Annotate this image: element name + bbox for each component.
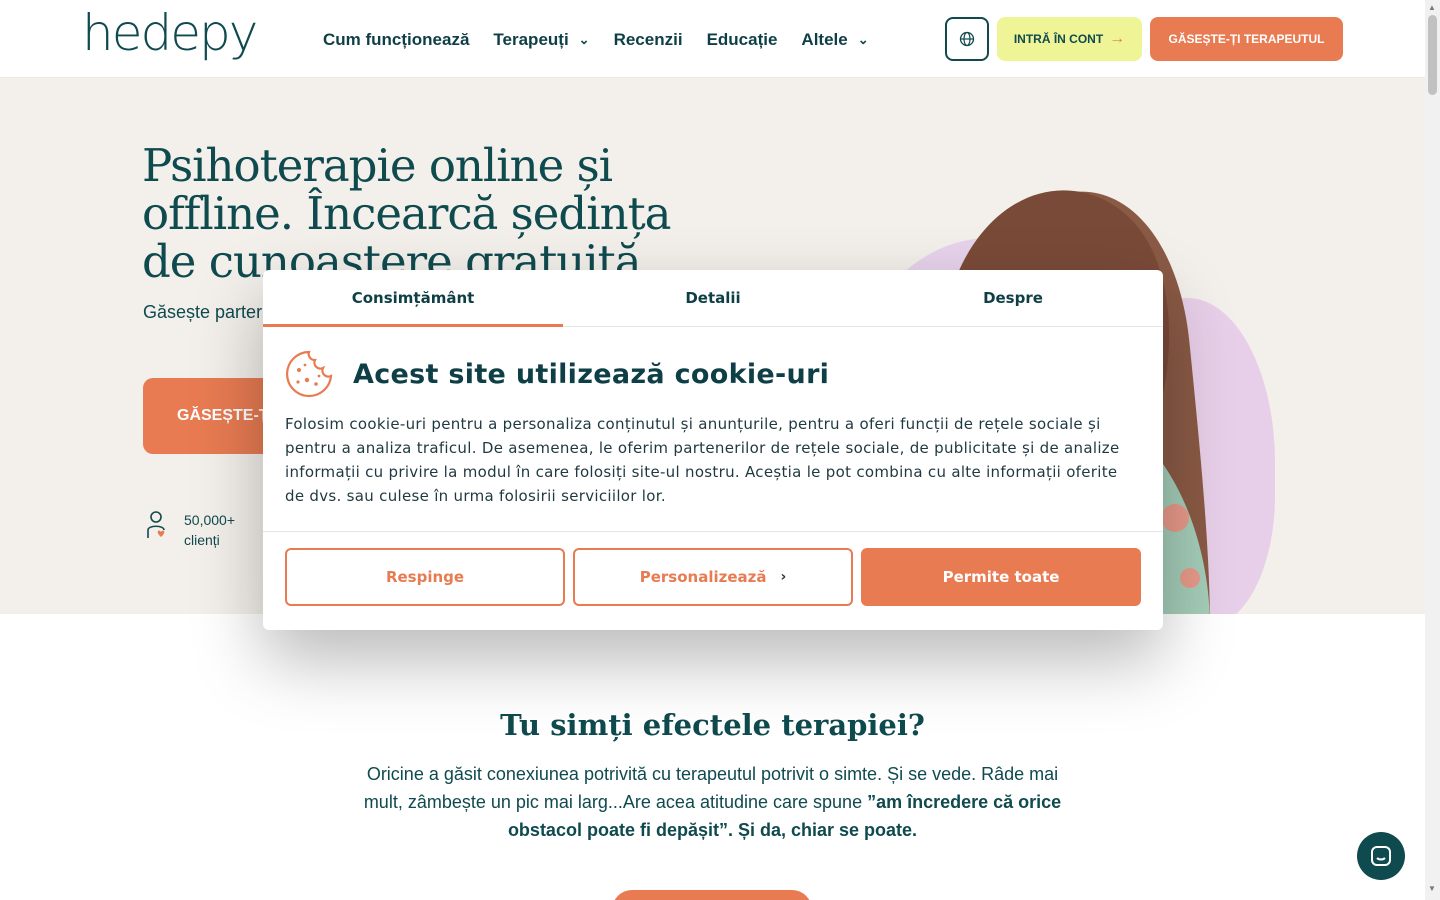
chat-button[interactable] (1357, 832, 1405, 880)
chat-icon (1371, 846, 1391, 866)
nav-item-how-it-works[interactable]: Cum funcționează (323, 30, 469, 50)
cookie-icon (286, 350, 333, 398)
nav-item-therapists[interactable]: Terapeuți ⌄ (493, 30, 589, 50)
login-button[interactable]: INTRĂ ÎN CONT → (997, 17, 1142, 61)
section-text: Oricine a găsit conexiunea potrivită cu … (363, 764, 1062, 840)
scroll-up-icon[interactable]: ▲ (1428, 3, 1436, 12)
arrow-right-icon: → (1109, 30, 1126, 47)
scroll-thumb[interactable] (1428, 15, 1437, 95)
stat-label: clienți (184, 532, 220, 548)
scrollbar[interactable]: ▲ ▼ (1425, 0, 1440, 900)
client-stat: 50,000+ clienți (146, 510, 235, 550)
customize-button[interactable]: Personalizează › (573, 548, 853, 606)
chevron-down-icon: ⌄ (578, 32, 590, 47)
find-therapist-button[interactable]: GĂSEȘTE-ȚI TERAPEUTUL (1150, 17, 1343, 61)
tab-about[interactable]: Despre (863, 270, 1163, 326)
scroll-down-icon[interactable]: ▼ (1428, 884, 1436, 893)
site-header: hedepy Cum funcționează Terapeuți ⌄ Recen… (0, 0, 1425, 78)
chevron-down-icon: ⌄ (857, 32, 869, 47)
language-button[interactable] (945, 17, 989, 61)
cookie-dialog: Consimțământ Detalii Despre Acest site u… (263, 270, 1163, 630)
section-button[interactable] (612, 890, 812, 900)
divider (263, 531, 1163, 532)
chevron-right-icon: › (780, 569, 787, 585)
reject-button[interactable]: Respinge (285, 548, 565, 606)
cookie-title: Acest site utilizează cookie-uri (353, 358, 830, 390)
cookie-body: Folosim cookie-uri pentru a personaliza … (285, 415, 1120, 505)
section-title: Tu simți efectele terapiei? (500, 708, 925, 742)
nav-item-reviews[interactable]: Recenzii (614, 30, 683, 50)
cookie-tabs: Consimțământ Detalii Despre (263, 270, 1163, 327)
nav-item-more[interactable]: Altele ⌄ (801, 30, 868, 50)
logo[interactable]: hedepy (82, 4, 258, 62)
stat-value: 50,000+ (184, 512, 235, 528)
hero-title: Psihoterapie online și offline. Încearcă… (142, 139, 672, 288)
tab-details[interactable]: Detalii (563, 270, 863, 326)
allow-all-button[interactable]: Permite toate (861, 548, 1141, 606)
main-nav: Cum funcționează Terapeuți ⌄ Recenzii Edu… (323, 30, 893, 50)
globe-icon (959, 31, 975, 47)
nav-item-education[interactable]: Educație (707, 30, 778, 50)
tab-consent[interactable]: Consimțământ (263, 270, 563, 327)
client-heart-icon (147, 511, 165, 538)
